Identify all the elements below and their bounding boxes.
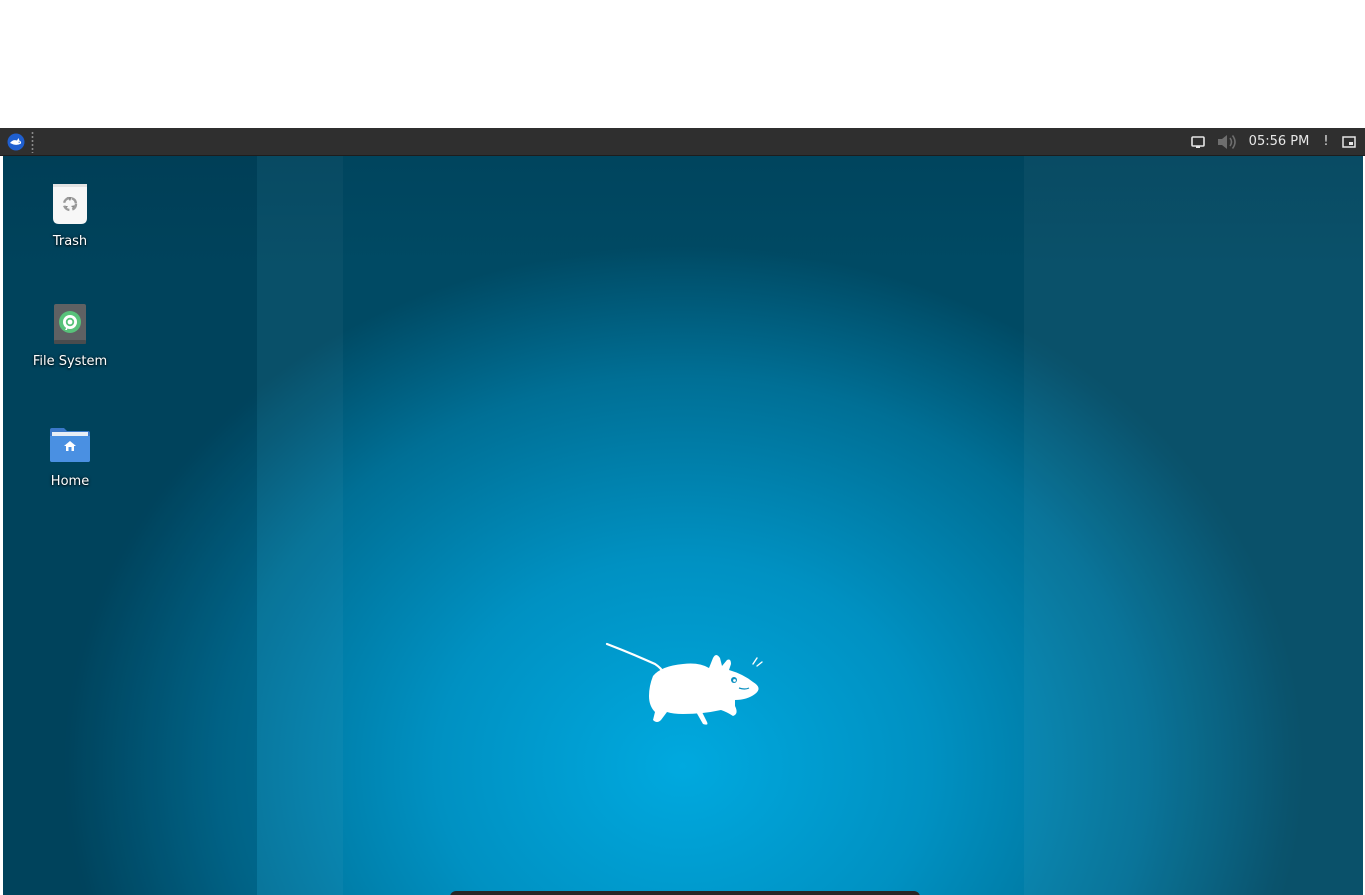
volume-tray-button[interactable] bbox=[1214, 132, 1240, 152]
show-desktop-icon bbox=[1342, 136, 1356, 148]
bottom-dock-edge[interactable] bbox=[450, 891, 920, 895]
display-icon bbox=[1191, 136, 1205, 148]
display-tray-button[interactable] bbox=[1189, 132, 1207, 152]
xfce-menu-icon bbox=[7, 133, 25, 151]
desktop-icon-label: Trash bbox=[52, 234, 88, 249]
volume-muted-icon bbox=[1218, 135, 1236, 149]
trash-icon bbox=[53, 184, 87, 224]
wallpaper-band bbox=[3, 156, 257, 895]
panel-separator-handle[interactable] bbox=[31, 131, 34, 153]
home-folder-icon bbox=[50, 428, 90, 462]
desktop-icon-label: File System bbox=[32, 354, 108, 369]
show-desktop-button[interactable] bbox=[1339, 132, 1359, 152]
clock[interactable]: 05:56 PM bbox=[1239, 128, 1319, 156]
screen: 05:56 PM ! Trash File System Home bbox=[0, 128, 1365, 895]
top-panel: 05:56 PM ! bbox=[0, 128, 1365, 156]
notification-indicator[interactable]: ! bbox=[1318, 128, 1334, 156]
desktop-icon-trash[interactable]: Trash bbox=[20, 182, 120, 249]
desktop-icon-file-system[interactable]: File System bbox=[20, 302, 120, 369]
xfce-mouse-logo bbox=[605, 642, 763, 725]
drive-icon bbox=[54, 304, 86, 344]
wallpaper-band bbox=[1024, 156, 1363, 895]
wallpaper-shade bbox=[3, 156, 1363, 266]
desktop-background[interactable]: Trash File System Home bbox=[3, 156, 1363, 895]
wallpaper-band bbox=[257, 156, 343, 895]
desktop-icon-label: Home bbox=[50, 474, 90, 489]
desktop-icon-home[interactable]: Home bbox=[20, 422, 120, 489]
applications-menu-button[interactable] bbox=[6, 133, 26, 151]
